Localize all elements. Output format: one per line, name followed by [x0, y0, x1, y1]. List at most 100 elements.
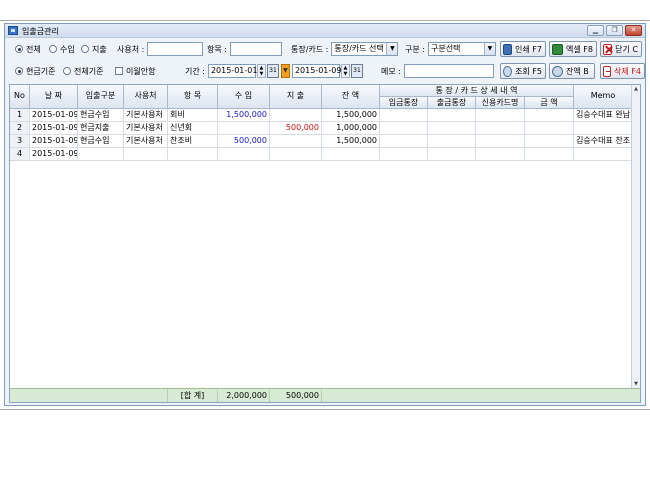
row-number[interactable]: 1 [10, 109, 30, 122]
vertical-scrollbar[interactable]: ▲ ▼ [631, 85, 640, 389]
cell-income[interactable] [218, 122, 270, 135]
account-select[interactable]: 통장/카드 선택 ▼ [331, 42, 399, 56]
cell-balance[interactable]: 1,500,000 [322, 109, 380, 122]
calendar-icon[interactable]: 31 [266, 64, 279, 78]
cell-date[interactable]: 2015-01-09 [30, 148, 78, 161]
cell-memo[interactable] [574, 148, 633, 161]
header-amount[interactable]: 금 액 [525, 97, 574, 109]
delete-button[interactable]: 삭제 F4 [600, 63, 645, 79]
cell-out-account[interactable] [428, 122, 476, 135]
cell-expense[interactable] [270, 109, 322, 122]
user-input[interactable] [147, 42, 204, 56]
cell-amount[interactable] [525, 148, 574, 161]
header-item[interactable]: 항 목 [168, 85, 218, 109]
close-button[interactable]: 닫기 C [600, 41, 642, 57]
header-date[interactable]: 날 짜 [30, 85, 78, 109]
print-button[interactable]: 인쇄 F7 [500, 41, 546, 57]
header-in-account[interactable]: 입금통장 [380, 97, 428, 109]
window-close-button[interactable]: ✕ [625, 25, 642, 36]
cell-card-name[interactable] [476, 109, 525, 122]
memo-input[interactable] [403, 64, 494, 78]
cell-in-account[interactable] [380, 122, 428, 135]
cell-in-account[interactable] [380, 109, 428, 122]
radio-basis-cash[interactable]: 현금기준 [15, 63, 58, 79]
cell-memo[interactable] [574, 122, 633, 135]
spin-icon[interactable]: ▲ ▼ [340, 64, 350, 78]
date-to-input[interactable]: 2015-01-09 [291, 64, 341, 78]
cell-item[interactable] [168, 148, 218, 161]
header-no[interactable]: No [10, 85, 30, 109]
header-user[interactable]: 사용처 [124, 85, 168, 109]
arrow-down-icon[interactable]: ▼ [280, 64, 290, 78]
cell-memo[interactable]: 김승수대표 찬조 [574, 135, 633, 148]
cell-expense[interactable] [270, 135, 322, 148]
cell-out-account[interactable] [428, 109, 476, 122]
radio-type-all[interactable]: 전체 [15, 41, 44, 57]
search-button[interactable]: 조회 F5 [500, 63, 546, 79]
excel-button[interactable]: 엑셀 F8 [549, 41, 597, 57]
cell-memo[interactable]: 김승수대표 완납 [574, 109, 633, 122]
calendar-icon[interactable]: 31 [350, 64, 363, 78]
transaction-grid[interactable]: No 날 짜 입출구분 사용처 항 목 수 입 지 출 잔 액 통 장 / 카 … [9, 84, 641, 403]
cell-income[interactable]: 1,500,000 [218, 109, 270, 122]
cell-date[interactable]: 2015-01-09 [30, 109, 78, 122]
cell-balance[interactable]: 1,500,000 [322, 135, 380, 148]
row-number[interactable]: 3 [10, 135, 30, 148]
totals-row: [합 계] 2,000,000 500,000 [10, 388, 640, 402]
cell-type[interactable]: 현금수입 [78, 109, 124, 122]
chevron-down-icon: ▼ [386, 43, 398, 55]
restore-button[interactable]: ❐ [606, 25, 623, 36]
carryover-checkbox[interactable]: 이월안함 [115, 63, 158, 79]
cell-expense[interactable]: 500,000 [270, 122, 322, 135]
header-balance[interactable]: 잔 액 [322, 85, 380, 109]
cell-amount[interactable] [525, 135, 574, 148]
date-from-input[interactable]: 2015-01-01 [207, 64, 257, 78]
cell-out-account[interactable] [428, 148, 476, 161]
header-detail-group: 통 장 / 카 드 상 세 내 역 [380, 85, 574, 97]
header-card-name[interactable]: 신용카드명 [476, 97, 525, 109]
cell-balance[interactable] [322, 148, 380, 161]
cell-expense[interactable] [270, 148, 322, 161]
radio-basis-all[interactable]: 전체기준 [63, 63, 106, 79]
header-income[interactable]: 수 입 [218, 85, 270, 109]
cell-item[interactable]: 신년회 [168, 122, 218, 135]
minimize-button[interactable]: ▁ [587, 25, 604, 36]
cell-item[interactable]: 회비 [168, 109, 218, 122]
radio-type-expense[interactable]: 지출 [81, 41, 110, 57]
item-input[interactable] [229, 42, 282, 56]
cell-card-name[interactable] [476, 148, 525, 161]
cell-card-name[interactable] [476, 135, 525, 148]
cell-type[interactable] [78, 148, 124, 161]
cell-user[interactable]: 기본사용처 [124, 109, 168, 122]
cell-card-name[interactable] [476, 122, 525, 135]
cell-out-account[interactable] [428, 135, 476, 148]
cell-income[interactable]: 500,000 [218, 135, 270, 148]
cell-type[interactable]: 현금지출 [78, 122, 124, 135]
cell-type[interactable]: 현금수입 [78, 135, 124, 148]
header-out-account[interactable]: 출금통장 [428, 97, 476, 109]
row-number[interactable]: 2 [10, 122, 30, 135]
cell-amount[interactable] [525, 109, 574, 122]
category-select[interactable]: 구분선택 ▼ [427, 42, 496, 56]
cell-user[interactable]: 기본사용처 [124, 135, 168, 148]
header-memo[interactable]: Memo [574, 85, 633, 109]
balance-button[interactable]: 잔액 B [549, 63, 595, 79]
cell-in-account[interactable] [380, 135, 428, 148]
cell-date[interactable]: 2015-01-09 [30, 135, 78, 148]
row-number[interactable]: 4 [10, 148, 30, 161]
cell-item[interactable]: 찬조비 [168, 135, 218, 148]
scroll-up-icon[interactable]: ▲ [632, 85, 640, 94]
header-expense[interactable]: 지 출 [270, 85, 322, 109]
cell-user[interactable]: 기본사용처 [124, 122, 168, 135]
totals-spacer [10, 389, 168, 402]
radio-off-icon [49, 45, 57, 53]
cell-amount[interactable] [525, 122, 574, 135]
radio-type-income[interactable]: 수입 [49, 41, 78, 57]
cell-income[interactable] [218, 148, 270, 161]
header-type[interactable]: 입출구분 [78, 85, 124, 109]
cell-user[interactable] [124, 148, 168, 161]
cell-in-account[interactable] [380, 148, 428, 161]
cell-date[interactable]: 2015-01-09 [30, 122, 78, 135]
spin-icon[interactable]: ▲ ▼ [256, 64, 266, 78]
cell-balance[interactable]: 1,000,000 [322, 122, 380, 135]
